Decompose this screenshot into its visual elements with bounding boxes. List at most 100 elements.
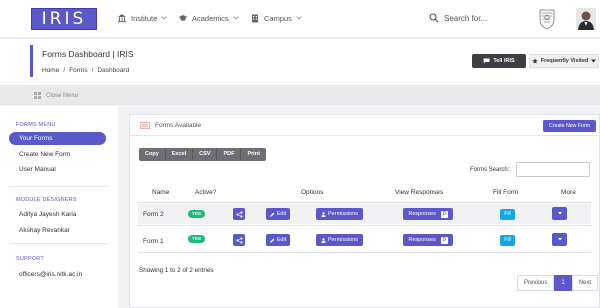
module-designers-title: MODULE DESIGNERS <box>16 197 77 203</box>
caret-down-icon <box>591 59 597 63</box>
caret-down-icon <box>557 238 562 241</box>
permissions-label: Permissions <box>328 237 358 243</box>
column-header-active[interactable]: Active? <box>195 189 216 196</box>
view-responses-button[interactable]: Responses 0 <box>403 208 453 220</box>
breadcrumb-home[interactable]: Home <box>42 67 59 74</box>
more-dropdown-button[interactable] <box>552 207 567 220</box>
pencil-icon <box>270 212 275 217</box>
star-icon <box>531 58 538 64</box>
row-divider <box>138 252 591 253</box>
support-email-link[interactable]: officers@iris.nitk.ac.in <box>9 268 106 281</box>
top-navbar: IRIS Institute Academics Campus Search f… <box>0 0 600 38</box>
table-row: Form 2 YES Edit Permissions Responses 0 … <box>138 204 591 224</box>
sidebar-item-create-new-form[interactable]: Create New Form <box>9 148 106 161</box>
designer-item: Aditya Jayesh Karia <box>19 211 77 218</box>
caret-down-icon <box>557 212 562 215</box>
menu-grid-icon <box>34 92 41 99</box>
active-badge: YES <box>188 235 205 243</box>
share-icon <box>235 236 243 244</box>
institute-icon <box>118 14 126 23</box>
search-icon <box>429 13 439 23</box>
excel-button[interactable]: Excel <box>165 148 194 161</box>
building-icon <box>252 14 258 23</box>
export-buttons: Copy Excel CSV PDF Print <box>139 148 266 161</box>
designer-item: Akshay Revankar <box>19 227 70 234</box>
table-header-border <box>138 202 591 203</box>
nav-institute[interactable]: Institute <box>117 13 168 23</box>
share-icon <box>235 210 243 218</box>
permissions-label: Permissions <box>328 211 358 217</box>
form-name: Form 1 <box>143 238 164 245</box>
tell-iris-button[interactable]: Tell IRIS <box>472 54 526 68</box>
breadcrumb: Home / Forms / Dashboard <box>42 67 134 74</box>
response-count-badge: 0 <box>440 236 448 244</box>
close-menu-label: Close Menu <box>46 92 79 99</box>
card-title: Forms Available <box>140 122 201 129</box>
user-avatar[interactable] <box>576 8 596 30</box>
card-title-text: Forms Available <box>155 122 202 129</box>
form-name: Form 2 <box>143 211 164 218</box>
sidebar-item-your-forms[interactable]: Your Forms <box>9 132 106 145</box>
pencil-icon <box>270 238 275 243</box>
pagination-page[interactable]: 1 <box>554 275 572 291</box>
sidebar: FORMS MENU Your Forms Create New Form Us… <box>0 106 118 308</box>
edit-button[interactable]: Edit <box>266 208 290 220</box>
graduation-cap-icon <box>178 15 188 21</box>
active-badge: YES <box>188 210 205 218</box>
responses-label: Responses <box>408 237 436 243</box>
page-title: Forms Dashboard | IRIS <box>42 49 134 59</box>
breadcrumb-separator: / <box>91 67 94 74</box>
user-icon <box>321 211 326 217</box>
close-menu-bar: Close Menu <box>0 87 600 105</box>
permissions-button[interactable]: Permissions <box>316 208 363 220</box>
nav-label: Campus <box>264 13 292 23</box>
table-row: Form 1 YES Edit Permissions Responses 0 … <box>138 231 591 251</box>
permissions-button[interactable]: Permissions <box>316 234 363 246</box>
view-responses-button[interactable]: Responses 0 <box>403 234 453 246</box>
share-button[interactable] <box>233 234 245 246</box>
nav-label: Academics <box>192 13 229 23</box>
csv-button[interactable]: CSV <box>193 148 218 161</box>
create-new-form-button[interactable]: Create New Form <box>543 120 596 132</box>
forms-search-label: Forms Search: <box>470 167 510 173</box>
user-photo-icon <box>576 8 596 30</box>
nav-label: Institute <box>131 13 158 23</box>
search-placeholder: Search for... <box>444 13 488 23</box>
close-menu-toggle[interactable]: Close Menu <box>34 92 78 99</box>
chat-bubble-icon <box>483 58 490 64</box>
print-button[interactable]: Print <box>241 148 266 161</box>
forms-search-input[interactable] <box>516 162 590 177</box>
chevron-down-icon <box>161 16 168 20</box>
sidebar-divider <box>9 243 109 244</box>
pagination: Previous 1 Next <box>517 275 599 291</box>
copy-button[interactable]: Copy <box>139 148 166 161</box>
institute-emblem-icon[interactable] <box>538 8 556 30</box>
iris-logo[interactable]: IRIS <box>31 8 97 30</box>
global-search[interactable]: Search for... <box>429 13 487 23</box>
pdf-button[interactable]: PDF <box>217 148 242 161</box>
more-dropdown-button[interactable] <box>552 233 567 246</box>
title-block: Forms Dashboard | IRIS Home / Forms / Da… <box>30 45 134 77</box>
edit-label: Edit <box>276 237 287 243</box>
fill-form-button[interactable]: Fill <box>500 209 515 220</box>
frequently-visited-dropdown[interactable]: Frequently Visited <box>529 54 599 68</box>
column-header-view-responses: View Responses <box>395 189 444 196</box>
sidebar-item-user-manual[interactable]: User Manual <box>9 163 106 176</box>
nav-academics[interactable]: Academics <box>178 13 239 23</box>
fill-form-button[interactable]: Fill <box>500 235 515 246</box>
edit-button[interactable]: Edit <box>266 234 290 246</box>
sidebar-divider <box>9 186 109 187</box>
breadcrumb-forms[interactable]: Forms <box>69 67 87 74</box>
forms-card: Forms Available Create New Form Copy Exc… <box>129 114 600 308</box>
share-button[interactable] <box>233 208 245 220</box>
pagination-next[interactable]: Next <box>571 275 599 291</box>
column-header-name[interactable]: Name <box>152 189 169 196</box>
column-header-options: Options <box>301 189 324 196</box>
breadcrumb-dashboard: Dashboard <box>97 67 130 74</box>
edit-label: Edit <box>276 211 287 217</box>
nav-campus[interactable]: Campus <box>250 13 302 23</box>
table-info: Showing 1 to 2 of 2 entries <box>139 267 214 274</box>
breadcrumb-separator: / <box>63 67 66 74</box>
support-title: SUPPORT <box>16 256 44 262</box>
pagination-previous[interactable]: Previous <box>517 275 555 291</box>
